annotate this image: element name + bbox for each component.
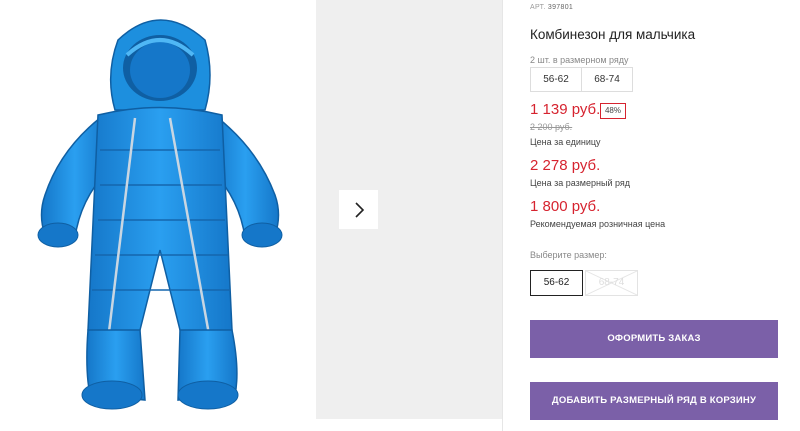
size-option-unavailable-label: 68-74 [598,277,625,288]
retail-price-label: Рекомендуемая розничная цена [530,219,666,229]
article-label: АРТ. [530,4,546,11]
discount-badge: 48% [600,103,626,119]
size-option-unavailable: 68-74 [585,270,638,296]
size-range-box: 56-62 68-74 [530,67,633,92]
gallery-next-button[interactable] [339,190,378,229]
range-price-label: Цена за размерный ряд [530,178,631,188]
product-photo-main[interactable] [0,0,316,431]
retail-price: 1 800 руб. [530,198,601,215]
size-select-label: Выберите размер: [530,250,607,260]
product-title: Комбинезон для мальчика [530,27,696,42]
article-value: 397801 [547,4,574,11]
column-divider [502,0,503,431]
old-price: 2 200 руб. [530,122,573,132]
checkout-button[interactable]: ОФОРМИТЬ ЗАКАЗ [530,320,778,358]
size-option-selected[interactable]: 56-62 [530,270,583,296]
snowsuit-image [37,19,283,410]
add-range-to-cart-button[interactable]: ДОБАВИТЬ РАЗМЕРНЫЙ РЯД В КОРЗИНУ [530,382,778,420]
range-price: 2 278 руб. [530,157,601,174]
unit-price: 1 139 руб. [530,101,601,118]
range-size-item: 68-74 [581,68,632,91]
range-size-item: 56-62 [543,74,569,85]
article-number: АРТ. 397801 [530,4,573,11]
range-hint: 2 шт. в размерном ряду [530,55,629,65]
unit-price-label: Цена за единицу [530,137,601,147]
product-gallery [0,0,502,431]
chevron-right-icon [354,201,364,218]
